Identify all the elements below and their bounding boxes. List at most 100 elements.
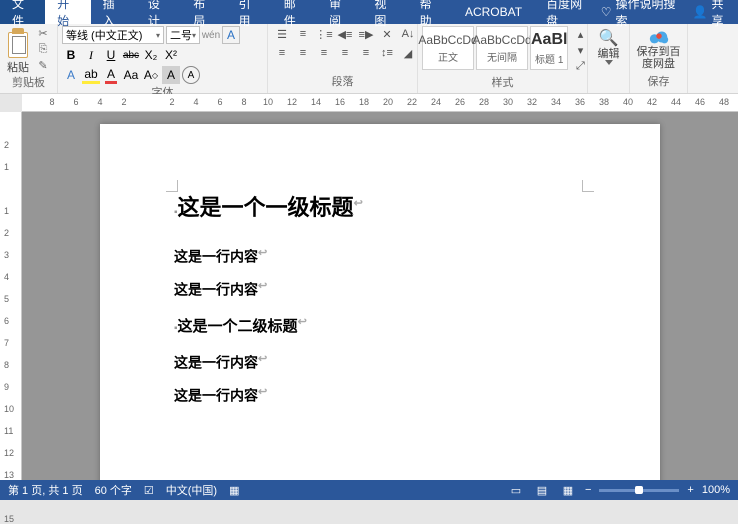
character-shading-button[interactable]: A [162, 66, 180, 84]
save-group-label: 保存 [634, 73, 683, 91]
multilevel-list-button[interactable]: ⋮≡ [314, 26, 334, 42]
ruler-tick: 44 [671, 97, 681, 107]
ruler-tick: 4 [193, 97, 198, 107]
ruler-tick: 38 [599, 97, 609, 107]
tab-references[interactable]: 引用 [226, 0, 271, 24]
style-label: 无间隔 [487, 49, 517, 64]
superscript-button[interactable]: X² [162, 46, 180, 64]
zoom-out-button[interactable]: − [585, 484, 591, 496]
spell-check-icon[interactable]: ☑ [144, 484, 154, 497]
clear-formatting-button[interactable]: A◇ [142, 66, 160, 84]
cut-button[interactable]: ✂ [34, 26, 52, 40]
doc-paragraph[interactable]: 这是一行内容↩ [174, 279, 586, 300]
text-direction-button[interactable]: ✕ [377, 26, 397, 42]
chevron-down-icon: ▾ [192, 31, 196, 40]
increase-indent-button[interactable]: ≡▶ [356, 26, 376, 42]
doc-heading2[interactable]: ▪这是一个二级标题↩ [174, 315, 586, 336]
highlight-button[interactable]: ab [82, 66, 100, 84]
style-preview: AaBl [531, 31, 567, 49]
language[interactable]: 中文(中国) [166, 482, 217, 498]
ruler-tick: 10 [263, 97, 273, 107]
sort-button[interactable]: A↓ [398, 26, 418, 42]
cloud-icon [648, 28, 670, 46]
paragraph-group: ☰ ≡ ⋮≡ ◀≡ ≡▶ ✕ A↓ ¶ ≡ ≡ ≡ ≡ ≡ ↕≡ ◢ ⊞ 段落 [268, 24, 418, 93]
underline-button[interactable]: U [102, 46, 120, 64]
font-name-combo[interactable]: 等线 (中文正文) ▾ [62, 26, 164, 44]
horizontal-ruler[interactable]: 8642246810121416182022242628303234363840… [22, 94, 738, 112]
ruler-tick: 32 [527, 97, 537, 107]
ruler-tick: 9 [4, 382, 9, 392]
ruler-tick: 20 [383, 97, 393, 107]
paste-label: 粘贴 [7, 62, 29, 74]
style-heading1[interactable]: AaBl 标题 1 [530, 26, 568, 70]
clipboard-group: 粘贴 ✂ ⎘ ✎ 剪贴板 [0, 24, 58, 93]
ruler-tick: 10 [4, 404, 14, 414]
font-color-button[interactable]: A [102, 66, 120, 84]
phonetic-guide-button[interactable]: A [222, 26, 240, 44]
word-count[interactable]: 60 个字 [95, 482, 132, 498]
chevron-down-icon: ▾ [156, 31, 160, 40]
read-mode-button[interactable]: ▭ [507, 483, 525, 497]
zoom-level[interactable]: 100% [702, 484, 730, 496]
subscript-button[interactable]: X₂ [142, 46, 160, 64]
paste-button[interactable]: 粘贴 [4, 26, 32, 74]
line-spacing-button[interactable]: ↕≡ [377, 45, 397, 61]
tab-view[interactable]: 视图 [362, 0, 407, 24]
print-layout-button[interactable]: ▤ [533, 483, 551, 497]
change-case-button[interactable]: Aa [122, 66, 140, 84]
zoom-in-button[interactable]: + [687, 484, 693, 496]
tab-layout[interactable]: 布局 [181, 0, 226, 24]
numbering-button[interactable]: ≡ [293, 26, 313, 42]
ruler-tick: 2 [169, 97, 174, 107]
align-right-button[interactable]: ≡ [314, 45, 334, 61]
tab-mailings[interactable]: 邮件 [272, 0, 317, 24]
align-left-button[interactable]: ≡ [272, 45, 292, 61]
increase-font-button[interactable]: wén [202, 26, 220, 44]
font-size-combo[interactable]: 二号 ▾ [166, 26, 200, 44]
tab-design[interactable]: 设计 [136, 0, 181, 24]
bold-button[interactable]: B [62, 46, 80, 64]
decrease-indent-button[interactable]: ◀≡ [335, 26, 355, 42]
tab-review[interactable]: 审阅 [317, 0, 362, 24]
format-painter-button[interactable]: ✎ [34, 58, 52, 72]
justify-button[interactable]: ≡ [335, 45, 355, 61]
page-number[interactable]: 第 1 页, 共 1 页 [8, 482, 83, 498]
text-effects-button[interactable]: A [62, 66, 80, 84]
tab-help[interactable]: 帮助 [408, 0, 453, 24]
document-page[interactable]: ▪这是一个一级标题↩ 这是一行内容↩ 这是一行内容↩ ▪这是一个二级标题↩ 这是… [100, 124, 660, 480]
ruler-tick: 36 [575, 97, 585, 107]
italic-button[interactable]: I [82, 46, 100, 64]
doc-paragraph[interactable]: 这是一行内容↩ [174, 352, 586, 373]
doc-heading1[interactable]: ▪这是一个一级标题↩ [174, 190, 586, 222]
web-layout-button[interactable]: ▦ [559, 483, 577, 497]
zoom-slider[interactable] [599, 489, 679, 492]
page-area[interactable]: ▪这是一个一级标题↩ 这是一行内容↩ 这是一行内容↩ ▪这是一个二级标题↩ 这是… [22, 112, 738, 480]
tab-home[interactable]: 开始 [45, 0, 90, 24]
style-nospacing[interactable]: AaBbCcDd 无间隔 [476, 26, 528, 70]
copy-button[interactable]: ⎘ [34, 42, 52, 56]
vertical-ruler[interactable]: 21123456789101112131415 [0, 112, 22, 480]
tab-baidu[interactable]: 百度网盘 [534, 0, 601, 24]
shading-button[interactable]: ◢ [398, 45, 418, 61]
share-button[interactable]: 👤 共享 [692, 0, 730, 29]
chevron-down-icon [605, 60, 613, 65]
doc-paragraph[interactable]: 这是一行内容↩ [174, 246, 586, 267]
macro-icon[interactable]: ▦ [229, 484, 239, 497]
enclose-characters-button[interactable]: A [182, 66, 200, 84]
strikethrough-button[interactable]: abc [122, 46, 140, 64]
style-preview: AaBbCcDd [418, 33, 477, 47]
tab-file[interactable]: 文件 [0, 0, 45, 24]
margin-corner-icon [582, 180, 594, 192]
save-baidu-button[interactable]: 保存到百度网盘 [634, 26, 683, 70]
ruler-tick: 12 [287, 97, 297, 107]
doc-paragraph[interactable]: 这是一行内容↩ [174, 385, 586, 406]
ruler-tick: 48 [719, 97, 729, 107]
ruler-tick: 5 [4, 294, 9, 304]
tab-acrobat[interactable]: ACROBAT [453, 0, 534, 24]
align-center-button[interactable]: ≡ [293, 45, 313, 61]
style-normal[interactable]: AaBbCcDd 正文 [422, 26, 474, 70]
bullets-button[interactable]: ☰ [272, 26, 292, 42]
distributed-button[interactable]: ≡ [356, 45, 376, 61]
edit-button[interactable]: 🔍 编辑 [592, 26, 625, 65]
tab-insert[interactable]: 插入 [91, 0, 136, 24]
